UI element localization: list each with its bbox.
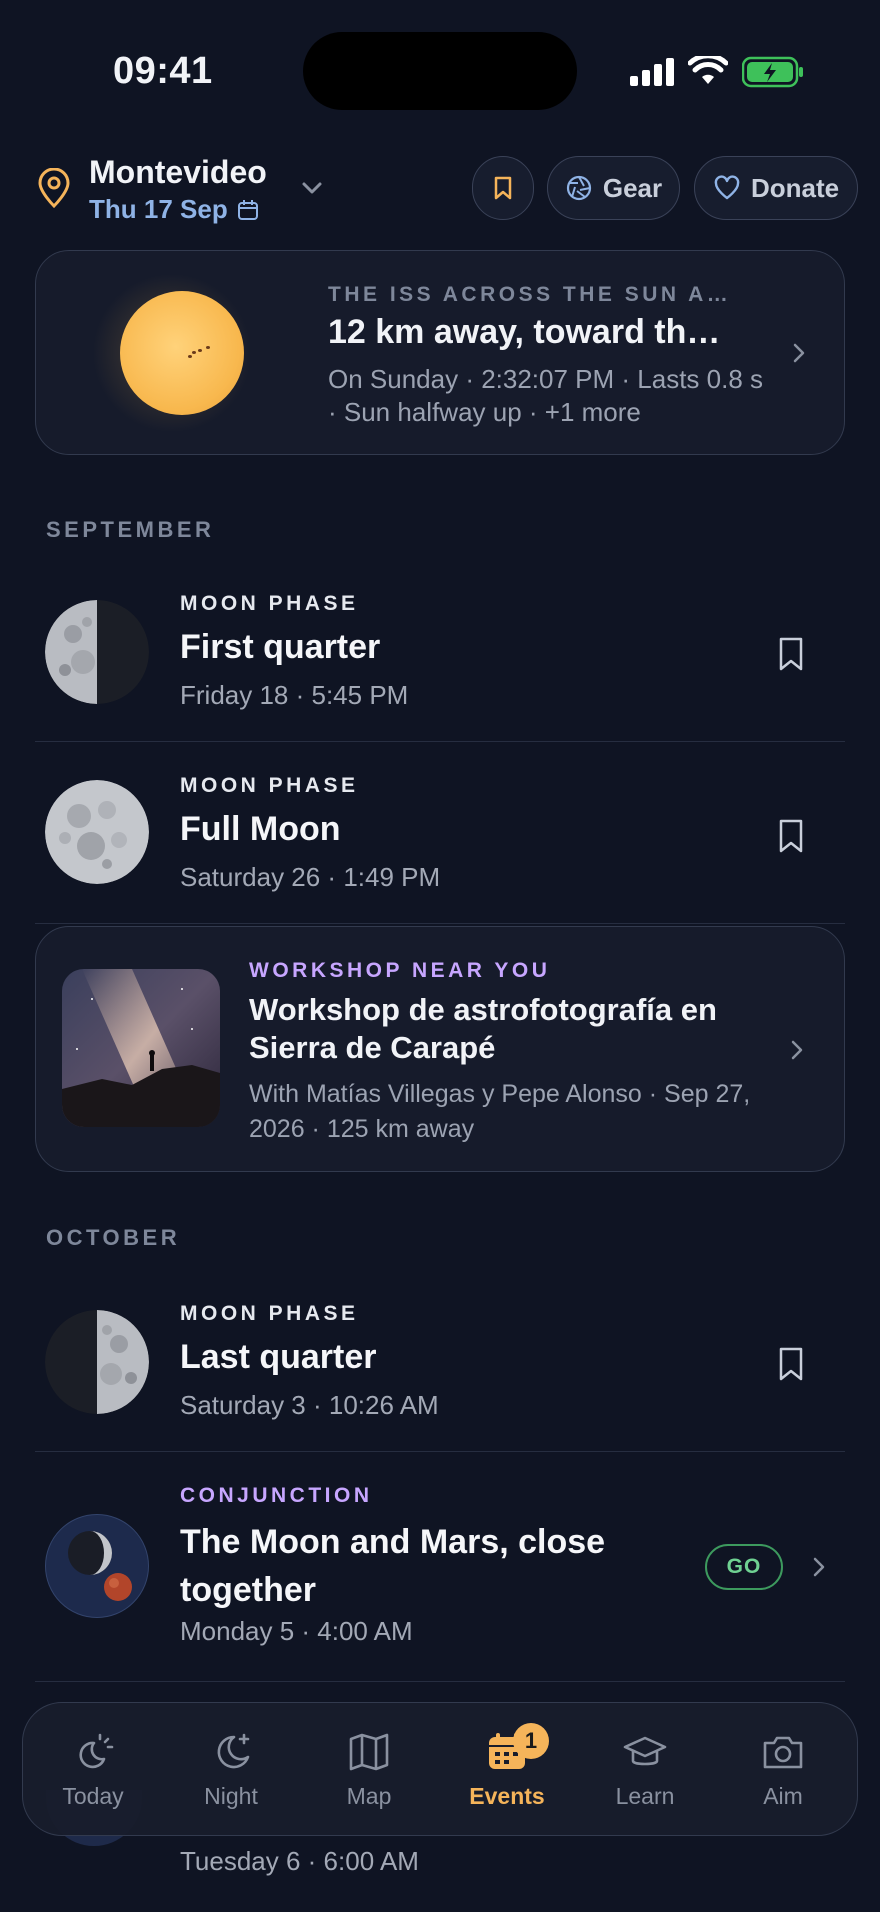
event-meta: Monday 5 · 4:00 AM (180, 1616, 413, 1646)
section-header-september: SEPTEMBER (46, 517, 215, 542)
workshop-subtitle: With Matías Villegas y Pepe Alonso · Sep… (249, 1080, 751, 1143)
donate-button[interactable]: Donate (694, 156, 858, 220)
event-title: The Moon and Mars, close together (180, 1523, 606, 1609)
bookmark-icon[interactable] (775, 818, 807, 854)
row-divider (35, 922, 845, 924)
row-divider (35, 1680, 845, 1682)
milky-way-photo (62, 969, 220, 1127)
tab-map[interactable]: Map (309, 1729, 429, 1819)
bottom-tab-bar: Today Night Map 1 Events Learn Aim (22, 1702, 858, 1836)
iss-kicker: THE ISS ACROSS THE SUN A… (328, 283, 732, 306)
wifi-icon (688, 56, 728, 84)
tab-label: Learn (615, 1783, 675, 1809)
tab-label: Events (469, 1783, 545, 1809)
location-header: Montevideo Thu 17 Sep Gear Donate (0, 150, 880, 230)
tab-aim[interactable]: Aim (723, 1729, 843, 1819)
event-meta: Friday 18 · 5:45 PM (180, 680, 409, 710)
event-row-first-quarter[interactable]: MOON PHASE First quarter Friday 18 · 5:4… (35, 570, 845, 742)
donate-label: Donate (750, 172, 840, 203)
bookmark-icon[interactable] (775, 636, 807, 672)
tab-night[interactable]: Night (171, 1729, 291, 1819)
iss-title: 12 km away, toward th… (328, 313, 721, 351)
chevron-right-icon (791, 1040, 803, 1060)
workshop-title: Workshop de astrofotografía en Sierra de… (249, 992, 717, 1065)
event-kicker: MOON PHASE (180, 592, 359, 615)
moon-mars-image (45, 1514, 149, 1618)
tab-label: Map (346, 1783, 392, 1809)
workshop-card[interactable]: WORKSHOP NEAR YOU Workshop de astrofotog… (35, 926, 845, 1172)
moon-last-quarter-image (45, 1310, 149, 1414)
bookmark-icon (494, 176, 512, 200)
event-kicker: CONJUNCTION (180, 1484, 373, 1507)
peek-event-meta: Tuesday 6 · 6:00 AM (180, 1846, 419, 1876)
aperture-icon (566, 175, 591, 201)
bookmark-icon[interactable] (775, 1346, 807, 1382)
event-title: Full Moon (180, 810, 341, 848)
tab-learn[interactable]: Learn (585, 1729, 705, 1819)
moon-full-image (45, 780, 149, 884)
event-kicker: MOON PHASE (180, 774, 359, 797)
tab-label: Night (204, 1783, 258, 1809)
battery-charging-icon (742, 56, 803, 88)
event-meta: Saturday 3 · 10:26 AM (180, 1390, 439, 1420)
sun-image (120, 291, 244, 415)
section-header-october: OCTOBER (46, 1225, 181, 1250)
iss-transit-card[interactable]: THE ISS ACROSS THE SUN A… 12 km away, to… (35, 250, 845, 455)
notification-badge: 1 (513, 1723, 549, 1759)
tab-label: Aim (763, 1783, 803, 1809)
tab-events[interactable]: 1 Events (447, 1723, 567, 1819)
event-meta: Saturday 26 · 1:49 PM (180, 862, 441, 892)
event-row-last-quarter[interactable]: MOON PHASE Last quarter Saturday 3 · 10:… (35, 1278, 845, 1452)
event-row-moon-mars-conjunction[interactable]: CONJUNCTION The Moon and Mars, close tog… (35, 1452, 845, 1682)
chevron-right-icon (793, 343, 805, 363)
moon-star-icon (217, 1733, 250, 1769)
event-kicker: MOON PHASE (180, 1302, 359, 1325)
camera-icon (763, 1736, 803, 1769)
tab-today[interactable]: Today (33, 1729, 153, 1819)
go-badge: GO (705, 1544, 783, 1590)
saved-events-button[interactable] (472, 156, 534, 220)
status-time: 09:41 (113, 50, 213, 92)
tab-label: Today (62, 1783, 124, 1809)
dynamic-island (303, 32, 577, 110)
cellular-signal-icon (630, 58, 674, 86)
graduation-cap-icon (623, 1736, 667, 1766)
event-title: Last quarter (180, 1338, 377, 1376)
iss-subtitle: On Sunday · 2:32:07 PM · Lasts 0.8 s · S… (328, 364, 764, 427)
status-bar: 09:41 (0, 0, 880, 140)
location-pin-icon (38, 168, 70, 208)
gear-button[interactable]: Gear (547, 156, 680, 220)
map-icon (349, 1733, 389, 1771)
event-title: First quarter (180, 628, 381, 666)
heart-icon (714, 175, 740, 200)
calendar-small-icon (237, 199, 258, 220)
date-selector[interactable]: Thu 17 Sep (89, 194, 260, 225)
chevron-right-icon (813, 1557, 825, 1577)
city-name[interactable]: Montevideo (89, 154, 267, 191)
moon-first-quarter-image (45, 600, 149, 704)
event-row-full-moon[interactable]: MOON PHASE Full Moon Saturday 26 · 1:49 … (35, 742, 845, 924)
sun-moon-icon (79, 1733, 114, 1769)
gear-label: Gear (602, 172, 663, 203)
chevron-down-icon[interactable] (298, 174, 326, 202)
workshop-kicker: WORKSHOP NEAR YOU (249, 959, 551, 982)
date-label: Thu 17 Sep (89, 194, 228, 224)
